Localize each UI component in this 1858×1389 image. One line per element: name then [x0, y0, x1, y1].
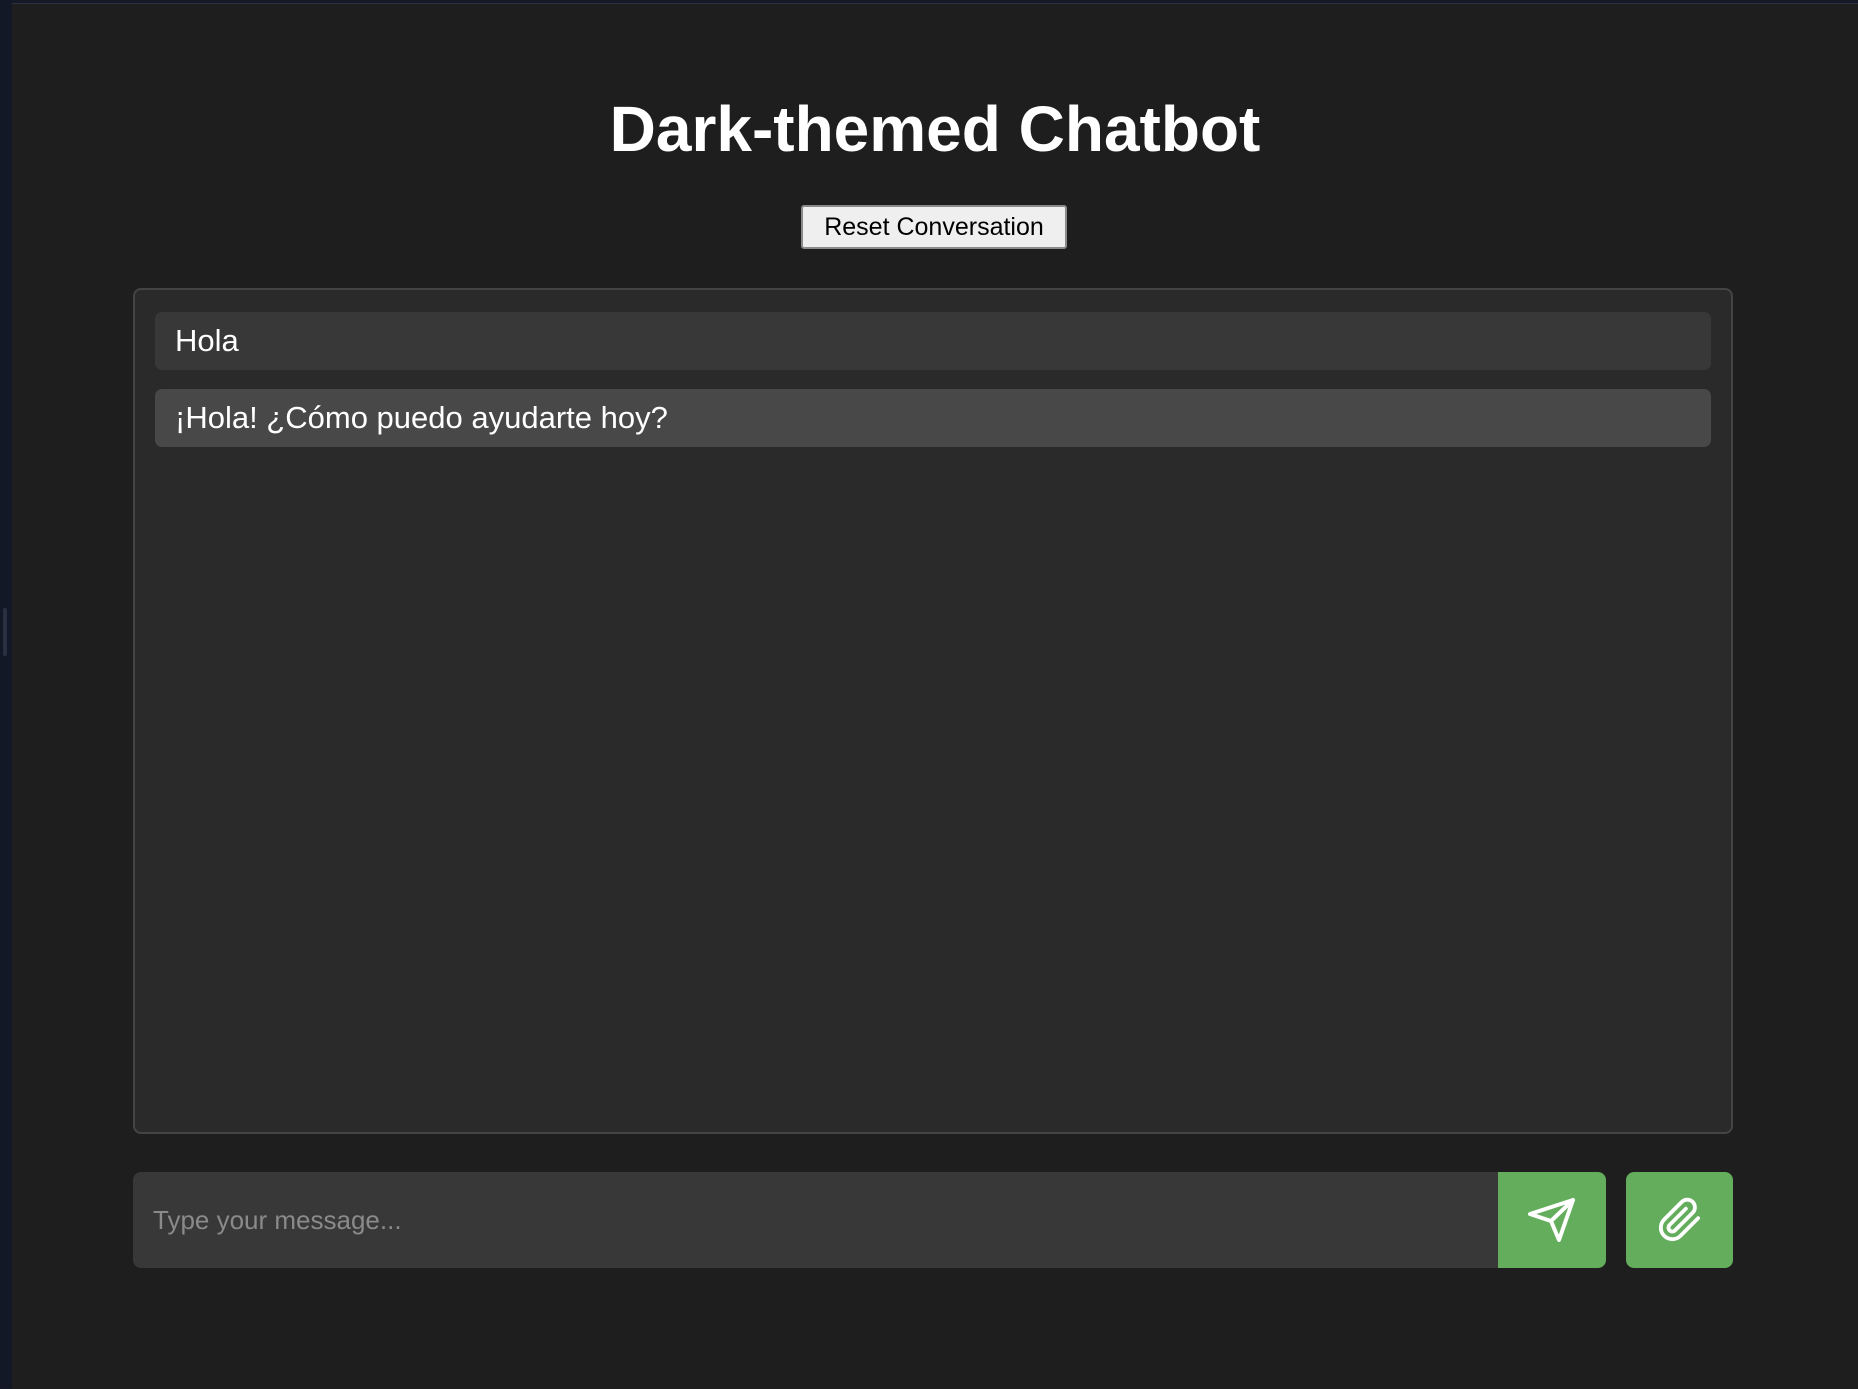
window-edge: [0, 0, 12, 1388]
message-composer: [133, 1172, 1733, 1268]
page-title: Dark-themed Chatbot: [609, 93, 1261, 165]
chatbot-app: Dark-themed Chatbot Reset Conversation H…: [12, 3, 1858, 1389]
user-message: Hola: [155, 312, 1711, 370]
bot-message: ¡Hola! ¿Cómo puedo ayudarte hoy?: [155, 389, 1711, 447]
send-icon: [1527, 1197, 1577, 1243]
attach-button[interactable]: [1626, 1172, 1733, 1268]
paperclip-icon: [1657, 1197, 1703, 1243]
message-input[interactable]: [133, 1172, 1498, 1268]
chat-history[interactable]: Hola ¡Hola! ¿Cómo puedo ayudarte hoy?: [133, 288, 1733, 1134]
reset-conversation-button[interactable]: Reset Conversation: [801, 205, 1067, 249]
send-button[interactable]: [1498, 1172, 1606, 1268]
resize-handle[interactable]: [3, 608, 7, 656]
